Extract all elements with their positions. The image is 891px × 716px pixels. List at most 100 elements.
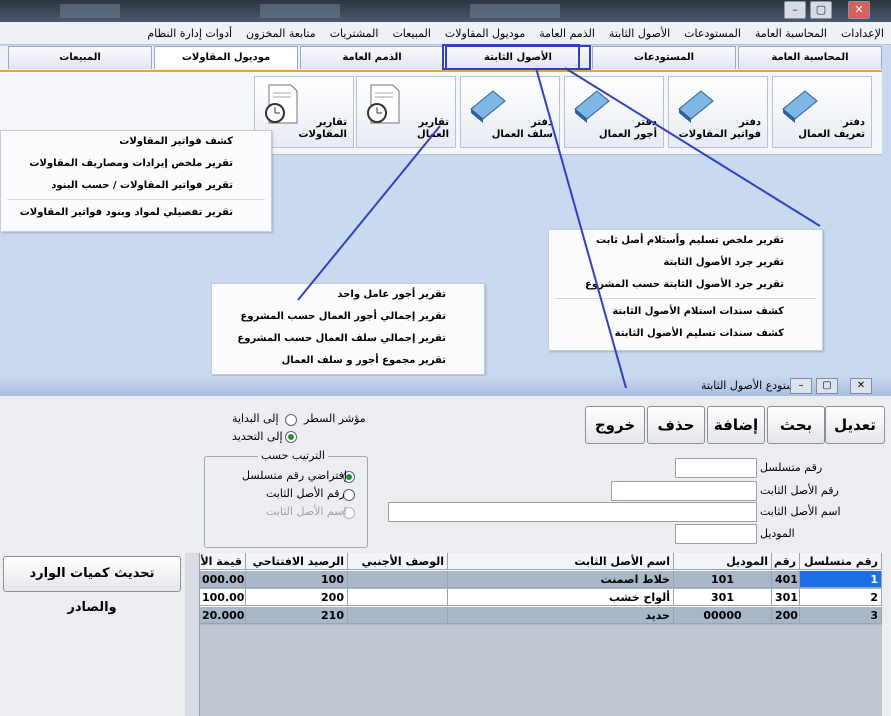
edit-button[interactable]: تعديل [825, 406, 885, 444]
child-maximize-button[interactable]: ▢ [816, 378, 838, 394]
menu-item-contract-revenue-summary[interactable]: تقرير ملخص إيرادات ومصاريف المقاولات [1, 153, 271, 175]
cursor-option-selection-label: إلى التحديد [232, 430, 283, 443]
menu-general-receivables[interactable]: الذمم العامة [532, 27, 602, 40]
sort-default-label: إفتراضي رقم متسلسل [242, 469, 347, 482]
asset-name-label: اسم الأصل الثابت [760, 505, 841, 518]
serial-input[interactable] [675, 458, 757, 478]
cell-module: 00000 [674, 607, 772, 624]
child-title-bar: مستودع الأصول الثابتة – ▢ ✕ [0, 376, 891, 396]
tab-fixed-assets[interactable]: الأصول الثابتة [445, 45, 591, 70]
cell-asset-value: 100.000 [199, 589, 246, 606]
grid-header-asset-name[interactable]: اسم الأصل الثابت [448, 553, 674, 570]
grid-header-foreign-desc[interactable]: الوصف الأجنبي [348, 553, 448, 570]
strip-decoration [260, 4, 340, 18]
tab-general-accounting[interactable]: المحاسبة العامة [738, 46, 882, 69]
menu-item-single-worker-wages[interactable]: تقرير أجور عامل واحد [212, 284, 484, 306]
cursor-label: مؤشر السطر [304, 412, 366, 425]
menu-item-wages-advances-total[interactable]: تقرير مجموع أجور و سلف العمال [212, 350, 484, 372]
ribbon-label: تقارير المقاولات [298, 117, 347, 140]
cell-asset-value: 20.000 [199, 607, 246, 624]
child-close-button[interactable]: ✕ [850, 378, 872, 394]
workers-reports-menu: تقرير أجور عامل واحد تقرير إجمالي أجور ا… [211, 283, 485, 375]
cursor-selection-radio[interactable] [285, 431, 297, 443]
table-row[interactable]: 000.000 100 خلاط اصمنت 101 401 1 [185, 571, 882, 589]
cell-asset-no: 301 [772, 589, 800, 606]
add-button[interactable]: إضافة [707, 406, 765, 444]
cell-asset-no: 200 [772, 607, 800, 624]
ribbon-workers-definition-button[interactable]: دفتر تعريف العمال [772, 76, 872, 148]
cell-serial: 1 [800, 571, 882, 588]
grid-header-module[interactable]: الموديل [674, 553, 772, 570]
menu-item-contract-invoices-statement[interactable]: كشف فواتير المقاولات [1, 131, 271, 153]
cell-serial: 3 [800, 607, 882, 624]
tab-contracts-module[interactable]: موديول المقاولات [154, 46, 298, 69]
menu-item-asset-handover-summary[interactable]: تقرير ملخص تسليم وأستلام أصل ثابت [549, 230, 822, 252]
menu-general-accounting[interactable]: المحاسبة العامة [748, 27, 834, 40]
menu-item-contract-detailed-materials[interactable]: تقرير تفصيلي لمواد وبنود فواتير المقاولا… [1, 202, 271, 224]
menu-fixed-assets[interactable]: الأصول الثابتة [602, 27, 677, 40]
menu-item-asset-inventory-by-project[interactable]: تقرير جرد الأصول الثابتة حسب المشروع [549, 274, 822, 296]
assets-reports-menu: تقرير ملخص تسليم وأستلام أصل ثابت تقرير … [548, 229, 823, 351]
asset-no-input[interactable] [611, 481, 757, 501]
cell-foreign-desc [348, 607, 448, 624]
cell-foreign-desc [348, 571, 448, 588]
menu-item-contract-invoices-by-items[interactable]: تقرير فواتير المقاولات / حسب البنود [1, 175, 271, 197]
asset-no-label: رقم الأصل الثابت [760, 484, 839, 497]
cell-module: 101 [674, 571, 772, 588]
menu-item-asset-inventory[interactable]: تقرير جرد الأصول الثابتة [549, 252, 822, 274]
menu-separator [7, 199, 265, 200]
ribbon-label: دفتر سلف العمال [491, 117, 553, 140]
sort-title: الترتيب حسب [258, 449, 328, 462]
menu-purchases[interactable]: المشتريات [323, 27, 386, 40]
module-label: الموديل [760, 527, 795, 540]
cell-asset-name: خلاط اصمنت [448, 571, 674, 588]
strip-decoration [60, 4, 120, 18]
menu-sales[interactable]: المبيعات [385, 27, 437, 40]
table-row[interactable]: 100.000 200 ألواح خشب 301 301 2 [185, 589, 882, 607]
ribbon-label: تقارير العمال [417, 117, 449, 140]
table-row[interactable]: 20.000 210 حديد 00000 200 3 [185, 607, 882, 625]
menu-contracts-module[interactable]: موديول المقاولات [438, 27, 532, 40]
asset-name-input[interactable] [388, 502, 757, 522]
tab-sales[interactable]: المبيعات [8, 46, 152, 69]
cell-module: 301 [674, 589, 772, 606]
ribbon-label: دفتر أجور العمال [598, 117, 657, 140]
menu-settings[interactable]: الإعدادات [834, 27, 891, 40]
grid-scrollbar[interactable] [185, 553, 200, 716]
tab-general-receivables[interactable]: الذمم العامة [300, 46, 444, 69]
grid-header-asset-no[interactable]: رقم الأصل [772, 553, 800, 570]
child-minimize-button[interactable]: – [790, 378, 812, 394]
menu-inventory-tracking[interactable]: متابعة المخزون [239, 27, 323, 40]
minimize-button[interactable]: – [784, 1, 806, 19]
ribbon-label: دفتر فواتير المقاولات [678, 117, 761, 140]
cursor-start-radio[interactable] [285, 414, 297, 426]
ribbon-label: دفتر تعريف العمال [798, 117, 865, 140]
grid-header-row: قيمة الأص الرصيد الافتتاحي الوصف الأجنبي… [185, 553, 882, 571]
close-button[interactable]: ✕ [848, 1, 870, 19]
menu-item-total-wages-by-project[interactable]: تقرير إجمالي أجور العمال حسب المشروع [212, 306, 484, 328]
update-quantities-button[interactable]: تحديث كميات الوارد والصادر [3, 556, 181, 615]
menu-warehouses[interactable]: المستودعات [677, 27, 748, 40]
top-window-strip: – ▢ ✕ [0, 0, 891, 22]
search-button[interactable]: بحث [767, 406, 825, 444]
menu-item-asset-delivery-vouchers[interactable]: كشف سندات تسليم الأصول الثابتة [549, 323, 822, 345]
menu-admin-tools[interactable]: أدوات إدارة النظام [140, 27, 239, 40]
ribbon-tabs: المحاسبة العامة المستودعات الأصول الثابت… [0, 45, 882, 72]
serial-label: رقم متسلسل [760, 461, 823, 474]
module-input[interactable] [675, 524, 757, 544]
menu-item-total-advances-by-project[interactable]: تقرير إجمالي سلف العمال حسب المشروع [212, 328, 484, 350]
ribbon-worker-advances-button[interactable]: دفتر سلف العمال [460, 76, 560, 148]
menu-item-asset-receipt-vouchers[interactable]: كشف سندات استلام الأصول الثابتة [549, 301, 822, 323]
ribbon-contract-invoices-button[interactable]: دفتر فواتير المقاولات [668, 76, 768, 148]
cell-asset-value: 000.000 [199, 571, 246, 588]
tab-warehouses[interactable]: المستودعات [592, 46, 736, 69]
exit-button[interactable]: خروج [585, 406, 645, 444]
delete-button[interactable]: حذف [647, 406, 705, 444]
grid-header-opening-balance[interactable]: الرصيد الافتتاحي [246, 553, 348, 570]
ribbon-worker-wages-button[interactable]: دفتر أجور العمال [564, 76, 664, 148]
strip-decoration [470, 4, 560, 18]
grid-header-serial[interactable]: رقم متسلسل [800, 553, 882, 570]
grid-header-asset-value[interactable]: قيمة الأص [199, 553, 246, 570]
ribbon-worker-reports-button[interactable]: تقارير العمال [356, 76, 456, 148]
maximize-button[interactable]: ▢ [810, 1, 832, 19]
